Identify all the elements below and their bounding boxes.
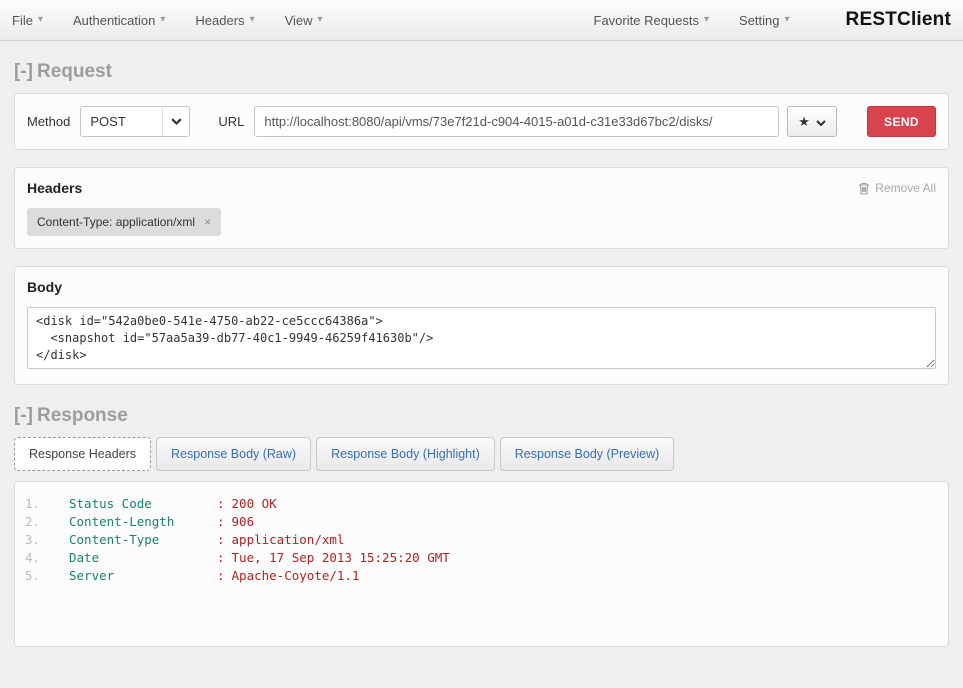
request-headers-panel-head: Headers Remove All [27, 180, 936, 196]
response-collapse-toggle[interactable]: [-] [14, 405, 33, 426]
tab-response-body-raw[interactable]: Response Body (Raw) [156, 437, 311, 471]
header-colon: : [217, 495, 225, 513]
header-value: 200 OK [232, 495, 277, 513]
menu-favorite-requests-label: Favorite Requests [594, 13, 700, 28]
headers-panel-title: Headers [27, 180, 82, 196]
close-icon[interactable]: × [204, 216, 211, 228]
caret-down-icon: ▾ [318, 15, 323, 25]
header-key: Content-Length [69, 513, 217, 531]
header-colon: : [217, 567, 225, 585]
menu-headers[interactable]: Headers ▾ [195, 13, 254, 28]
request-headers-panel: Headers Remove All Content-Type: applica… [14, 167, 949, 249]
response-header-row: 3. Content-Type : application/xml [25, 531, 938, 549]
tab-response-headers[interactable]: Response Headers [14, 437, 151, 471]
chevron-down-icon [816, 114, 826, 129]
tab-response-body-preview[interactable]: Response Body (Preview) [500, 437, 675, 471]
body-panel-title: Body [27, 279, 62, 295]
send-button[interactable]: SEND [867, 106, 936, 137]
menu-view-label: View [285, 13, 313, 28]
request-section-label: Request [37, 61, 112, 82]
request-body-textarea[interactable]: <disk id="542a0be0-541e-4750-ab22-ce5ccc… [27, 307, 936, 369]
trash-icon [858, 182, 870, 195]
line-number: 2. [25, 513, 53, 531]
request-body-panel: Body <disk id="542a0be0-541e-4750-ab22-c… [14, 266, 949, 385]
request-collapse-toggle[interactable]: [-] [14, 61, 33, 82]
header-chip-label: Content-Type: application/xml [37, 215, 195, 229]
tab-response-body-highlight[interactable]: Response Body (Highlight) [316, 437, 495, 471]
request-body-panel-head: Body [27, 279, 936, 295]
header-key: Status Code [69, 495, 217, 513]
remove-all-label: Remove All [875, 181, 936, 195]
header-value: Tue, 17 Sep 2013 15:25:20 GMT [232, 549, 450, 567]
menu-view[interactable]: View ▾ [285, 13, 323, 28]
header-colon: : [217, 531, 225, 549]
request-section-title: [-]Request [14, 61, 949, 83]
response-header-row: 4. Date : Tue, 17 Sep 2013 15:25:20 GMT [25, 549, 938, 567]
url-input[interactable] [254, 106, 779, 137]
chevron-down-icon [162, 107, 189, 136]
header-key: Server [69, 567, 217, 585]
star-icon: ★ [798, 115, 810, 128]
method-select[interactable]: POST [80, 106, 190, 137]
header-colon: : [217, 513, 225, 531]
favorite-star-button[interactable]: ★ [787, 106, 837, 137]
header-value: 906 [232, 513, 255, 531]
menu-setting[interactable]: Setting ▾ [739, 13, 790, 28]
caret-down-icon: ▾ [704, 15, 709, 25]
url-label: URL [218, 114, 244, 129]
method-selected-value: POST [81, 114, 162, 129]
menu-authentication[interactable]: Authentication ▾ [73, 13, 165, 28]
caret-down-icon: ▾ [38, 15, 43, 25]
response-header-row: 5. Server : Apache-Coyote/1.1 [25, 567, 938, 585]
app-logo: RESTClient [846, 9, 951, 31]
nav-menu-right: Favorite Requests ▾ Setting ▾ RESTClient [594, 9, 952, 31]
caret-down-icon: ▾ [785, 15, 790, 25]
header-colon: : [217, 549, 225, 567]
response-headers-view: 1. Status Code : 200 OK 2. Content-Lengt… [14, 481, 949, 647]
menu-favorite-requests[interactable]: Favorite Requests ▾ [594, 13, 710, 28]
response-header-row: 2. Content-Length : 906 [25, 513, 938, 531]
line-number: 5. [25, 567, 53, 585]
header-chips: Content-Type: application/xml × [27, 208, 936, 236]
response-tabs: Response Headers Response Body (Raw) Res… [14, 437, 949, 471]
request-panel: Method POST URL ★ SEND [14, 93, 949, 150]
response-section-title: [-]Response [14, 405, 949, 427]
header-key: Content-Type [69, 531, 217, 549]
response-header-row: 1. Status Code : 200 OK [25, 495, 938, 513]
response-section-label: Response [37, 405, 128, 426]
menu-setting-label: Setting [739, 13, 779, 28]
header-value: application/xml [232, 531, 345, 549]
navbar: File ▾ Authentication ▾ Headers ▾ View ▾… [0, 0, 963, 41]
caret-down-icon: ▾ [250, 15, 255, 25]
menu-file-label: File [12, 13, 33, 28]
menu-file[interactable]: File ▾ [12, 13, 43, 28]
header-key: Date [69, 549, 217, 567]
menu-authentication-label: Authentication [73, 13, 155, 28]
line-number: 3. [25, 531, 53, 549]
caret-down-icon: ▾ [160, 15, 165, 25]
method-label: Method [27, 114, 70, 129]
nav-menu-left: File ▾ Authentication ▾ Headers ▾ View ▾ [12, 13, 353, 28]
menu-headers-label: Headers [195, 13, 244, 28]
header-value: Apache-Coyote/1.1 [232, 567, 360, 585]
line-number: 4. [25, 549, 53, 567]
line-number: 1. [25, 495, 53, 513]
remove-all-button[interactable]: Remove All [858, 181, 936, 195]
header-chip[interactable]: Content-Type: application/xml × [27, 208, 221, 236]
